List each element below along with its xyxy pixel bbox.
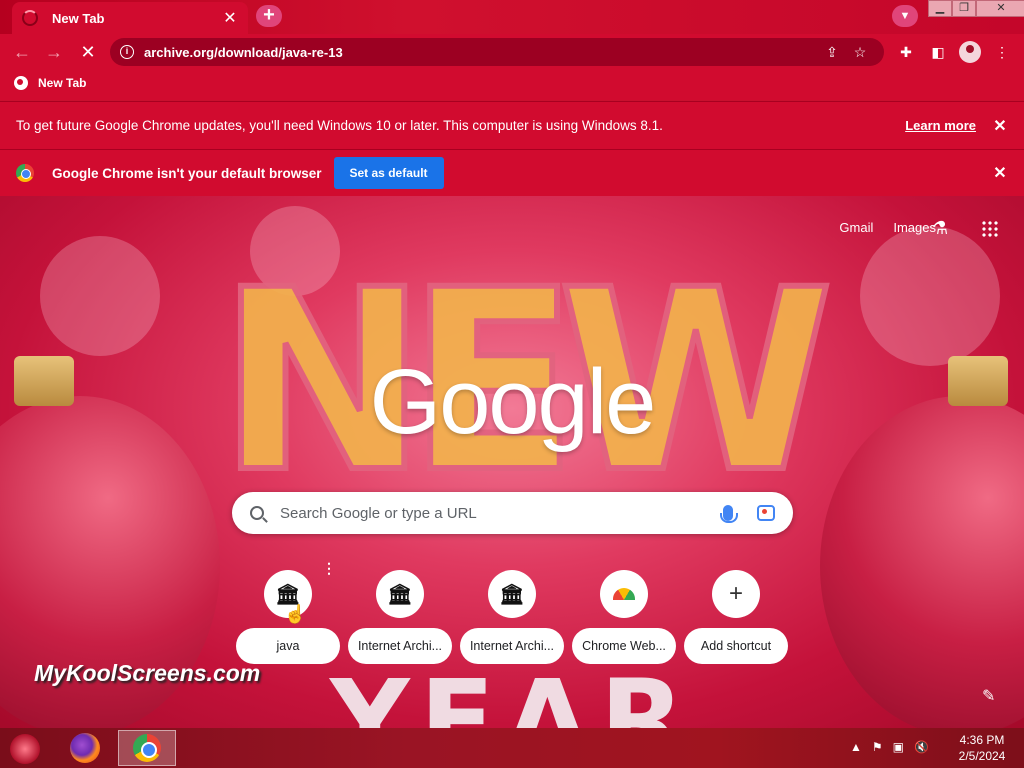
close-icon[interactable]: ✕: [992, 163, 1008, 183]
loading-spinner-icon: [22, 10, 38, 26]
more-options-icon[interactable]: ⋮: [322, 560, 336, 577]
background-bokeh: [40, 236, 160, 356]
shortcut-icon-circle[interactable]: +: [712, 570, 760, 618]
url-text[interactable]: archive.org/download/java-re-13: [144, 45, 818, 60]
update-message: To get future Google Chrome updates, you…: [16, 118, 663, 133]
tab-search-button[interactable]: ▼: [892, 5, 918, 27]
tab-title: New Tab: [52, 10, 105, 26]
globe-icon: [14, 76, 28, 90]
labs-flask-icon[interactable]: ⚗: [932, 218, 948, 239]
archive-icon: 🏛: [387, 583, 413, 606]
camera-lens-icon[interactable]: [757, 505, 775, 521]
browser-toolbar: ← → ✕ i archive.org/download/java-re-13 …: [0, 34, 1024, 70]
chrome-logo-icon: [16, 164, 34, 182]
taskbar-clock[interactable]: 4:36 PM 2/5/2024: [950, 732, 1014, 764]
shortcut-label[interactable]: Internet Archi...: [348, 628, 452, 664]
taskbar-chrome[interactable]: [118, 730, 176, 766]
window-close-button[interactable]: ✕: [976, 0, 1024, 17]
windows-taskbar: ▲ ⚑ ▣ 🔇 4:36 PM 2/5/2024: [0, 728, 1024, 768]
shortcut-label[interactable]: Add shortcut: [684, 628, 788, 664]
plus-icon: +: [728, 580, 743, 607]
firefox-icon: [70, 733, 100, 763]
customize-pencil-icon[interactable]: ✎: [982, 686, 995, 706]
profile-avatar-icon[interactable]: [959, 41, 981, 63]
minimize-button[interactable]: ▁: [928, 0, 952, 17]
shortcut-tile[interactable]: 🏛 Internet Archi...: [348, 570, 452, 664]
search-box[interactable]: Search Google or type a URL: [232, 492, 793, 534]
back-arrow-icon[interactable]: ←: [10, 40, 34, 64]
chrome-icon: [133, 734, 161, 762]
tray-expand-icon[interactable]: ▲: [850, 740, 862, 754]
close-icon[interactable]: ✕: [992, 116, 1008, 136]
gmail-link[interactable]: Gmail: [839, 220, 873, 235]
images-link[interactable]: Images: [893, 220, 936, 235]
ntp-top-links: Gmail Images: [839, 220, 936, 235]
add-shortcut-tile[interactable]: + Add shortcut: [684, 570, 788, 664]
background-bokeh: [860, 226, 1000, 366]
action-center-flag-icon[interactable]: ⚑: [872, 740, 883, 754]
tab-close-icon[interactable]: ✕: [222, 8, 238, 28]
new-tab-page: NEW YEAR Gmail Images ⚗ Google Search Go…: [0, 196, 1024, 728]
taskbar-firefox[interactable]: [56, 730, 114, 766]
shortcut-icon-circle[interactable]: 🏛: [488, 570, 536, 618]
side-panel-icon[interactable]: ◧: [928, 42, 948, 62]
title-bar: New Tab ✕ + ▼ ▁ ❐ ✕: [0, 0, 1024, 34]
clock-time: 4:36 PM: [959, 733, 1005, 747]
network-icon[interactable]: ▣: [893, 740, 904, 754]
archive-icon: 🏛: [275, 583, 301, 606]
shortcut-label[interactable]: Internet Archi...: [460, 628, 564, 664]
search-icon: [250, 506, 264, 520]
default-browser-message: Google Chrome isn't your default browser: [52, 165, 322, 181]
volume-muted-icon[interactable]: 🔇: [914, 740, 929, 754]
window-controls: ▁ ❐ ✕: [928, 0, 1024, 18]
extensions-puzzle-icon[interactable]: ✚: [896, 42, 916, 62]
system-tray: ▲ ⚑ ▣ 🔇: [850, 740, 929, 754]
shortcut-icon-circle[interactable]: [600, 570, 648, 618]
menu-kebab-icon[interactable]: ⋮: [992, 42, 1012, 62]
shortcut-tile[interactable]: Chrome Web...: [572, 570, 676, 664]
new-tab-button[interactable]: +: [256, 5, 282, 27]
google-apps-icon[interactable]: [981, 220, 999, 238]
bookmark-label: New Tab: [38, 76, 87, 90]
archive-icon: 🏛: [499, 583, 525, 606]
tab-new-tab[interactable]: New Tab ✕: [12, 2, 248, 34]
default-browser-infobar: Google Chrome isn't your default browser…: [0, 149, 1024, 196]
watermark-text: MyKoolScreens.com: [34, 660, 261, 686]
bookmark-star-icon[interactable]: ☆: [846, 44, 874, 61]
forward-arrow-icon[interactable]: →: [42, 40, 66, 64]
shortcut-label[interactable]: java: [236, 628, 340, 664]
shortcut-tile[interactable]: 🏛 Internet Archi...: [460, 570, 564, 664]
shortcuts-grid: 🏛 java ⋮ 🏛 Internet Archi... 🏛 Internet …: [236, 560, 788, 664]
google-logo: Google: [369, 351, 657, 453]
address-bar[interactable]: i archive.org/download/java-re-13 ⇪ ☆: [110, 38, 884, 66]
microphone-icon[interactable]: [720, 505, 738, 523]
bookmarks-bar: New Tab: [0, 70, 1024, 100]
restore-button[interactable]: ❐: [952, 0, 976, 17]
start-button[interactable]: [10, 734, 40, 764]
share-icon[interactable]: ⇪: [818, 44, 846, 61]
shortcut-label[interactable]: Chrome Web...: [572, 628, 676, 664]
update-infobar: To get future Google Chrome updates, you…: [0, 101, 1024, 149]
site-info-icon[interactable]: i: [120, 45, 134, 59]
hand-cursor-icon: ☝: [284, 604, 307, 624]
set-as-default-button[interactable]: Set as default: [333, 157, 444, 189]
bookmark-new-tab[interactable]: New Tab: [14, 76, 86, 90]
chrome-web-store-icon: [613, 588, 635, 600]
stop-loading-icon[interactable]: ✕: [76, 40, 100, 64]
background-year-text: YEAR: [330, 656, 695, 728]
learn-more-link[interactable]: Learn more: [905, 118, 976, 133]
shortcut-icon-circle[interactable]: 🏛: [376, 570, 424, 618]
search-input[interactable]: Search Google or type a URL: [280, 505, 723, 522]
clock-date: 2/5/2024: [958, 749, 1006, 763]
